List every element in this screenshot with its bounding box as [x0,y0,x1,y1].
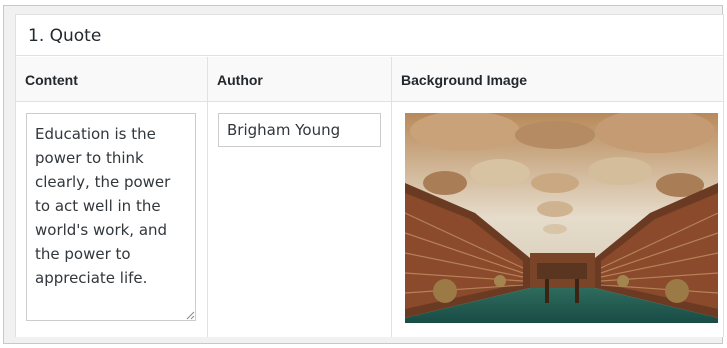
content-textarea[interactable]: Education is the power to think clearly,… [26,113,196,321]
background-cell [392,103,723,337]
repeater-frame: 1. Quote Content Author Background Image… [3,5,724,344]
column-header-author: Author [208,57,391,102]
column-header-background: Background Image [392,57,723,102]
author-cell: Brigham Young [208,103,391,337]
panel-header[interactable]: 1. Quote [16,15,723,56]
panel-title: 1. Quote [28,26,102,46]
author-input[interactable]: Brigham Young [218,113,381,147]
library-hall-image[interactable] [405,113,718,323]
content-cell: Education is the power to think clearly,… [16,103,207,337]
column-header-content: Content [16,57,207,102]
quote-panel: 1. Quote Content Author Background Image… [15,14,724,337]
resize-grip-icon[interactable] [186,311,195,320]
